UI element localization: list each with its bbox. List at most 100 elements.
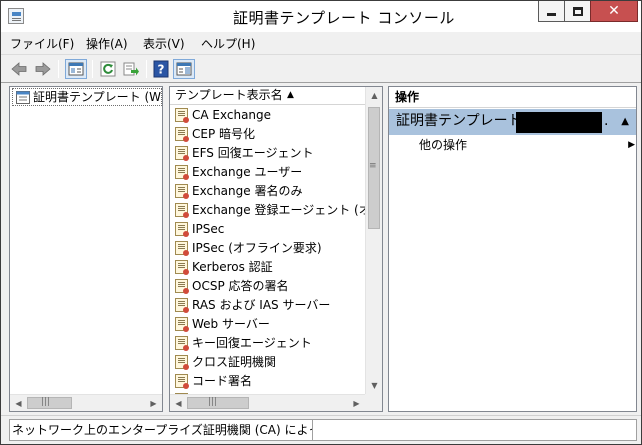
maximize-button[interactable]	[564, 1, 591, 22]
scroll-grip-icon: |||	[41, 397, 51, 407]
certificate-template-icon	[175, 165, 189, 180]
template-name: コード署名	[192, 374, 253, 388]
template-list-item[interactable]: Exchange ユーザー	[170, 163, 368, 182]
minimize-icon	[547, 12, 556, 16]
template-list-item[interactable]: RAS および IAS サーバー	[170, 296, 368, 315]
menu-action[interactable]: 操作(A)	[86, 35, 128, 52]
tree-pane: 証明書テンプレート (WIN- ◀ ||| ▶	[9, 86, 163, 412]
template-name: EFS 回復エージェント	[192, 146, 314, 160]
template-list-item[interactable]: Web サーバー	[170, 315, 368, 334]
template-name: IPSec (オフライン要求)	[192, 241, 322, 255]
certificate-template-icon	[175, 374, 189, 389]
close-button[interactable]: ✕	[590, 1, 638, 22]
template-name: IPSec	[192, 222, 225, 236]
window-title: 証明書テンプレート コンソール	[233, 9, 455, 27]
template-list-item[interactable]: Kerberos 認証	[170, 258, 368, 277]
list-horizontal-scrollbar[interactable]: ◀ ||| ▶	[170, 394, 365, 411]
certificate-template-icon	[175, 241, 189, 256]
template-name: Web サーバー	[192, 317, 270, 331]
help-icon[interactable]: ?	[152, 60, 170, 78]
template-list-item[interactable]: Exchange 署名のみ	[170, 182, 368, 201]
export-list-icon[interactable]	[122, 60, 140, 78]
template-list-item[interactable]: IPSec (オフライン要求)	[170, 239, 368, 258]
forward-arrow-icon[interactable]	[34, 60, 52, 78]
sort-ascending-icon: ▲	[287, 90, 294, 100]
list-vertical-scrollbar[interactable]: ▲ ≡ ▼	[365, 87, 382, 394]
action-pane-title: 操作	[389, 87, 636, 108]
certificate-template-icon	[175, 127, 189, 142]
certificate-template-icon	[175, 279, 189, 294]
scroll-grip-icon: ≡	[369, 161, 377, 171]
certificate-template-icon	[175, 298, 189, 313]
template-name: Kerberos 認証	[192, 260, 273, 274]
action-group-label: 証明書テンプレート (	[396, 113, 532, 129]
tree-node-certificate-templates[interactable]: 証明書テンプレート (WIN-	[12, 88, 162, 106]
template-name: CA Exchange	[192, 108, 272, 122]
show-hide-tree-icon[interactable]	[65, 59, 87, 79]
menu-bar: ファイル(F) 操作(A) 表示(V) ヘルプ(H)	[1, 32, 641, 53]
template-name: CEP 暗号化	[192, 127, 256, 141]
certificate-console-icon[interactable]	[8, 8, 24, 24]
scroll-right-icon[interactable]: ▶	[348, 395, 365, 412]
action-item-label: 他の操作	[419, 138, 468, 152]
menu-file[interactable]: ファイル(F)	[10, 35, 74, 52]
certificate-template-icon	[175, 222, 189, 237]
certificate-template-icon	[175, 317, 189, 332]
refresh-icon[interactable]	[99, 60, 117, 78]
template-list-item[interactable]: CEP 暗号化	[170, 125, 368, 144]
app-window: 証明書テンプレート コンソール ✕ ファイル(F) 操作(A) 表示(V) ヘル…	[0, 0, 642, 445]
template-list-item[interactable]: EFS 回復エージェント	[170, 144, 368, 163]
column-header-template-name[interactable]: テンプレート表示名 ▲	[170, 87, 368, 105]
template-list-pane: テンプレート表示名 ▲ CA Exchange CEP 暗号化 EFS 回復エージェ…	[169, 86, 383, 412]
menu-help[interactable]: ヘルプ(H)	[201, 35, 255, 52]
certificate-template-icon	[175, 108, 189, 123]
template-name: クロス証明機関	[192, 355, 277, 369]
close-icon: ✕	[608, 3, 620, 19]
toolbar: ?	[1, 54, 641, 83]
status-field-empty	[312, 419, 637, 441]
svg-text:?: ?	[158, 63, 165, 77]
collapse-arrow-icon[interactable]: ▲	[621, 109, 629, 134]
template-list-item[interactable]: Exchange 登録エージェント (オフライン要求)	[170, 201, 368, 220]
action-pane-icon[interactable]	[173, 59, 195, 79]
certificate-template-icon	[175, 355, 189, 370]
toolbar-separator	[146, 60, 147, 78]
scroll-thumb[interactable]	[187, 397, 249, 409]
action-group-suffix: .	[604, 113, 609, 129]
submenu-arrow-icon: ▶	[628, 140, 635, 150]
scroll-corner	[365, 394, 382, 411]
scroll-up-icon[interactable]: ▲	[366, 87, 383, 104]
template-list-item[interactable]: キー回復エージェント	[170, 334, 368, 353]
scroll-right-icon[interactable]: ▶	[145, 395, 162, 412]
back-arrow-icon[interactable]	[10, 60, 28, 78]
column-header-label: テンプレート表示名	[175, 88, 283, 102]
status-bar: ネットワーク上のエンタープライズ証明機関 (CA) によって使用され	[1, 415, 641, 444]
scroll-left-icon[interactable]: ◀	[170, 395, 187, 412]
action-more-actions[interactable]: 他の操作 ▶	[419, 137, 635, 155]
certificate-template-icon	[175, 260, 189, 275]
certificate-templates-icon	[15, 90, 31, 105]
scroll-down-icon[interactable]: ▼	[366, 377, 383, 394]
title-bar[interactable]: 証明書テンプレート コンソール ✕	[1, 1, 641, 32]
scroll-left-icon[interactable]: ◀	[10, 395, 27, 412]
action-pane: 操作 証明書テンプレート ( . ▲ 他の操作 ▶	[388, 86, 637, 412]
minimize-button[interactable]	[538, 1, 565, 22]
template-list-item[interactable]: コード署名	[170, 372, 368, 391]
maximize-icon	[572, 6, 583, 16]
template-list-item[interactable]: CA Exchange	[170, 106, 368, 125]
tree-horizontal-scrollbar[interactable]: ◀ ||| ▶	[10, 394, 162, 411]
tree-node-label: 証明書テンプレート (WIN-	[33, 90, 162, 104]
template-list-item[interactable]: IPSec	[170, 220, 368, 239]
template-name: Exchange ユーザー	[192, 165, 303, 179]
template-list-item[interactable]: クロス証明機関	[170, 353, 368, 372]
certificate-template-icon	[175, 184, 189, 199]
toolbar-separator	[58, 60, 59, 78]
status-description: ネットワーク上のエンタープライズ証明機関 (CA) によって使用され	[9, 419, 312, 441]
certificate-template-icon	[175, 203, 189, 218]
template-list-item[interactable]: OCSP 応答の署名	[170, 277, 368, 296]
action-group-certificate-templates[interactable]: 証明書テンプレート ( . ▲	[389, 109, 636, 135]
menu-view[interactable]: 表示(V)	[143, 35, 185, 52]
scroll-grip-icon: |||	[208, 397, 218, 407]
certificate-template-icon	[175, 336, 189, 351]
certificate-template-icon	[175, 146, 189, 161]
